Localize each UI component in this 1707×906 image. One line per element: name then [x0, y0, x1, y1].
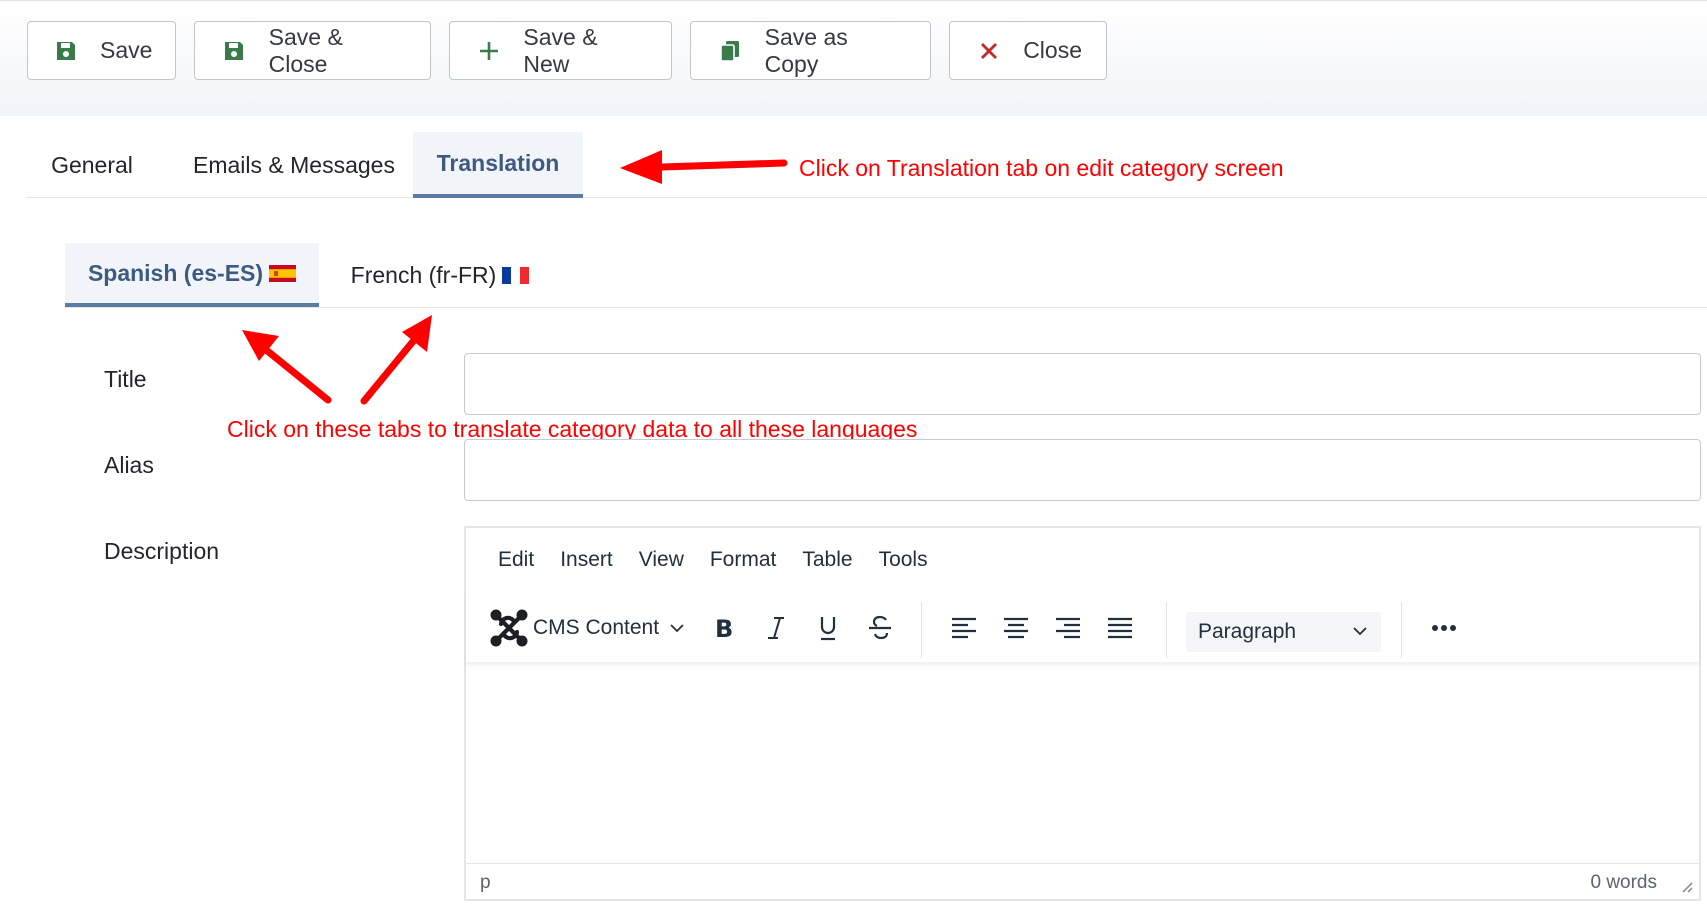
- alias-input[interactable]: [464, 439, 1701, 501]
- joomla-logo-icon: [490, 609, 528, 647]
- chevron-down-icon: [670, 624, 684, 633]
- toolbar-divider: [0, 100, 1707, 116]
- floppy-disk-icon: [221, 38, 247, 64]
- save-new-label: Save & New: [523, 23, 598, 77]
- strikethrough-icon: [869, 615, 891, 640]
- tab-general[interactable]: General: [26, 132, 158, 198]
- cms-content-button[interactable]: CMS Content: [490, 609, 686, 647]
- underline-button[interactable]: [808, 610, 848, 646]
- editor-statusbar: p 0 words: [466, 863, 1699, 899]
- rich-text-editor: Edit Insert View Format Table Tools CMS …: [464, 526, 1701, 901]
- cms-content-label: CMS Content: [533, 616, 660, 639]
- menu-format[interactable]: Format: [710, 548, 777, 578]
- bold-icon: B: [715, 616, 733, 640]
- save-close-label: Save & Close: [268, 23, 343, 77]
- menu-edit[interactable]: Edit: [498, 548, 534, 578]
- floppy-disk-icon: [54, 38, 78, 64]
- align-right-button[interactable]: [1048, 610, 1088, 646]
- toolbar-separator: [1401, 602, 1402, 658]
- tab-spanish-label: Spanish (es-ES): [87, 259, 264, 286]
- copy-icon: [717, 38, 743, 64]
- block-format-value: Paragraph: [1198, 620, 1297, 643]
- description-label: Description: [104, 538, 220, 564]
- tab-translation[interactable]: Translation: [413, 132, 583, 198]
- save-close-button[interactable]: Save & Close: [194, 21, 431, 80]
- arrow-to-spanish-tab: [242, 330, 332, 404]
- close-button[interactable]: Close: [949, 21, 1107, 80]
- close-label: Close: [1023, 37, 1082, 63]
- svg-text:B: B: [715, 616, 733, 640]
- resize-handle-icon[interactable]: [1677, 877, 1693, 893]
- toolbar-separator: [921, 602, 922, 658]
- align-center-button[interactable]: [996, 610, 1036, 646]
- save-button[interactable]: Save: [27, 21, 176, 80]
- toolbar: Save Save & Close Save & New Save as Cop…: [0, 0, 1707, 100]
- tab-french[interactable]: French (fr-FR): [340, 243, 540, 307]
- toolbar-separator: [1166, 602, 1167, 658]
- editor-toolbar: CMS Content B Paragraph: [466, 596, 1699, 662]
- word-count: 0 words: [1590, 872, 1657, 893]
- justify-button[interactable]: [1100, 610, 1140, 646]
- menu-tools[interactable]: Tools: [879, 548, 928, 578]
- save-as-copy-button[interactable]: Save as Copy: [690, 21, 931, 80]
- language-tabs: Spanish (es-ES) French (fr-FR): [65, 243, 1707, 308]
- menu-table[interactable]: Table: [802, 548, 852, 578]
- save-new-button[interactable]: Save & New: [449, 21, 672, 80]
- align-justify-icon: [1108, 617, 1132, 639]
- underline-icon: [820, 617, 836, 641]
- more-icon: [1432, 625, 1456, 631]
- align-left-icon: [952, 617, 976, 639]
- italic-button[interactable]: [756, 610, 796, 646]
- element-path[interactable]: p: [480, 872, 491, 894]
- menu-view[interactable]: View: [639, 548, 684, 578]
- editor-menubar: Edit Insert View Format Table Tools: [466, 548, 928, 578]
- editor-content-area[interactable]: [466, 662, 1699, 862]
- align-left-button[interactable]: [944, 610, 984, 646]
- more-button[interactable]: [1424, 610, 1464, 646]
- block-format-select[interactable]: Paragraph: [1186, 612, 1381, 652]
- align-right-icon: [1056, 617, 1080, 639]
- france-flag-icon: [502, 266, 530, 284]
- alias-label: Alias: [104, 452, 154, 478]
- italic-icon: [768, 617, 784, 639]
- title-input[interactable]: [464, 353, 1701, 415]
- tab-spanish[interactable]: Spanish (es-ES): [65, 243, 319, 307]
- bold-button[interactable]: B: [704, 610, 744, 646]
- close-icon: [976, 38, 1001, 64]
- chevron-down-icon: [1353, 627, 1367, 636]
- save-as-copy-label: Save as Copy: [764, 23, 848, 77]
- menu-insert[interactable]: Insert: [560, 548, 613, 578]
- save-label: Save: [100, 37, 153, 63]
- align-center-icon: [1004, 617, 1028, 639]
- annotation-translation-tab: Click on Translation tab on edit categor…: [799, 155, 1284, 181]
- strikethrough-button[interactable]: [860, 610, 900, 646]
- title-label: Title: [104, 366, 147, 392]
- tab-french-label: French (fr-FR): [350, 261, 497, 288]
- tab-emails-messages[interactable]: Emails & Messages: [178, 132, 410, 198]
- arrow-to-french-tab: [360, 315, 432, 405]
- plus-icon: [476, 38, 501, 64]
- spain-flag-icon: [269, 264, 297, 282]
